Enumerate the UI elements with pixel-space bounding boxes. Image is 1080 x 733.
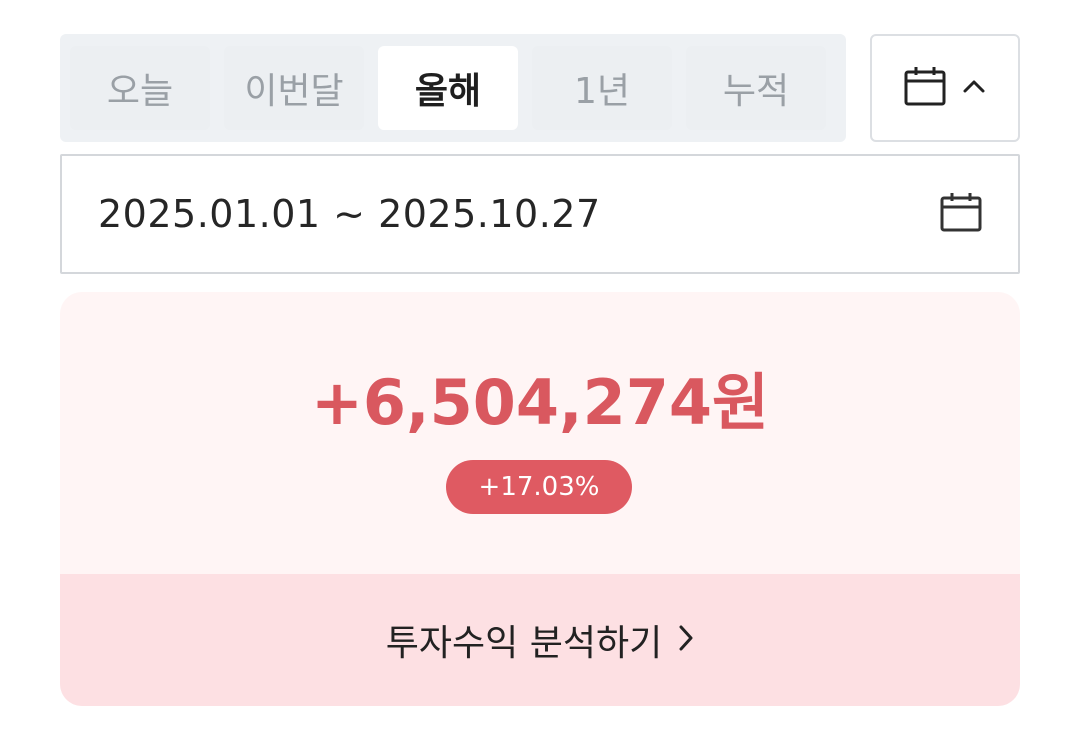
chevron-right-icon bbox=[678, 624, 694, 656]
date-range-text: 2025.01.01 ~ 2025.10.27 bbox=[98, 192, 601, 236]
calendar-icon bbox=[904, 66, 946, 110]
date-range-field[interactable]: 2025.01.01 ~ 2025.10.27 bbox=[60, 154, 1020, 274]
profit-rate-badge: +17.03% bbox=[446, 460, 632, 514]
calendar-icon[interactable] bbox=[940, 192, 982, 236]
tab-this-year[interactable]: 올해 bbox=[378, 46, 518, 130]
profit-card: +6,504,274원 +17.03% 투자수익 분석하기 bbox=[60, 292, 1020, 706]
profit-amount: +6,504,274원 bbox=[310, 366, 770, 439]
calendar-toggle-button[interactable] bbox=[870, 34, 1020, 142]
tab-cumulative[interactable]: 누적 bbox=[686, 46, 826, 130]
profit-summary-panel: 오늘 이번달 올해 1년 누적 2025.01.01 ~ 2025.10.27 bbox=[0, 0, 1080, 733]
tab-today[interactable]: 오늘 bbox=[70, 46, 210, 130]
chevron-up-icon bbox=[962, 78, 986, 98]
profit-analysis-label: 투자수익 분석하기 bbox=[385, 623, 663, 664]
tab-one-year[interactable]: 1년 bbox=[532, 46, 672, 130]
period-tab-bar: 오늘 이번달 올해 1년 누적 bbox=[60, 34, 846, 142]
profit-analysis-link[interactable]: 투자수익 분석하기 bbox=[60, 574, 1020, 706]
tab-this-month[interactable]: 이번달 bbox=[224, 46, 364, 130]
